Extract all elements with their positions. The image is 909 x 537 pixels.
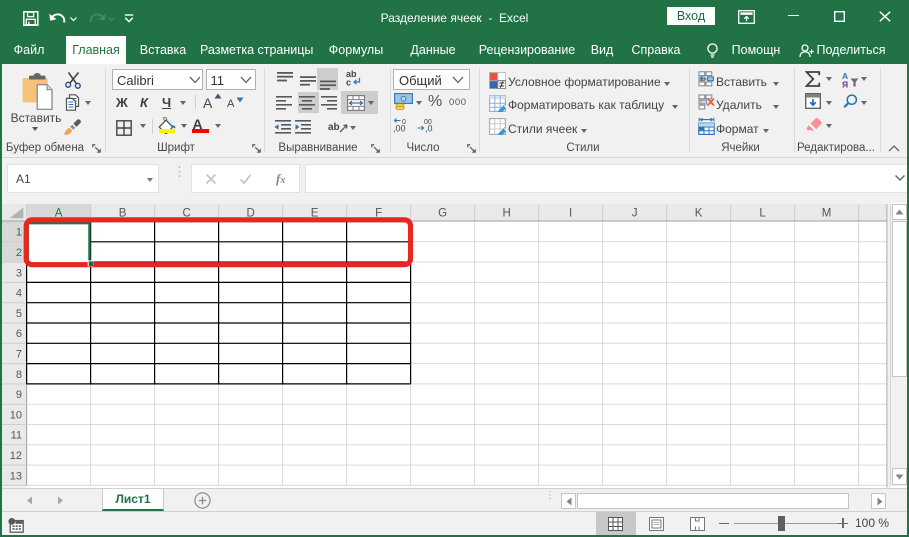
svg-text:,0: ,0: [425, 124, 433, 134]
svg-text:12: 12: [10, 450, 22, 462]
svg-text:9: 9: [16, 389, 22, 401]
svg-text:K: K: [695, 208, 703, 220]
svg-text:I: I: [569, 208, 572, 220]
svg-text:J: J: [632, 208, 638, 220]
svg-text:11: 11: [11, 430, 22, 442]
svg-text:c: c: [346, 78, 351, 88]
svg-text:ab: ab: [328, 122, 340, 133]
svg-text:0: 0: [402, 119, 406, 126]
svg-text:6: 6: [16, 328, 22, 340]
svg-text:10: 10: [10, 409, 22, 421]
svg-text:5: 5: [16, 308, 22, 320]
svg-text:L: L: [759, 208, 766, 220]
svg-text:4: 4: [16, 288, 22, 300]
svg-text:M: M: [822, 208, 832, 220]
svg-text:2: 2: [16, 247, 22, 259]
svg-text:Я: Я: [842, 80, 848, 89]
svg-text:G: G: [438, 208, 447, 220]
svg-text:3: 3: [16, 267, 22, 279]
svg-text:8: 8: [16, 369, 22, 381]
svg-text:13: 13: [10, 470, 22, 482]
svg-text:H: H: [502, 208, 510, 220]
svg-text:1: 1: [16, 227, 22, 239]
svg-text:7: 7: [16, 348, 22, 360]
